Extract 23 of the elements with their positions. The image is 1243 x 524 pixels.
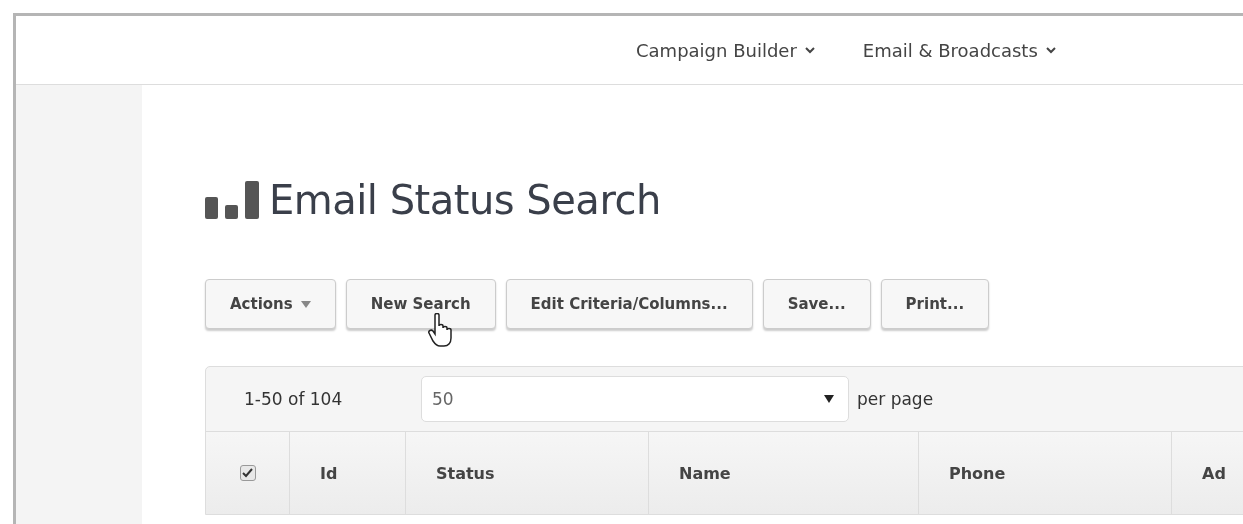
per-page-select[interactable]: 50 bbox=[421, 376, 849, 422]
per-page-label: per page bbox=[857, 389, 934, 409]
nav-menu[interactable]: Email & Broadcasts bbox=[862, 39, 1056, 61]
page-title: Email Status Search bbox=[269, 177, 661, 223]
toolbar-button[interactable]: Save... bbox=[762, 279, 871, 329]
column-header[interactable]: Ad bbox=[1172, 432, 1243, 514]
toolbar-button[interactable]: New Search bbox=[345, 279, 496, 329]
toolbar-button[interactable]: Print... bbox=[880, 279, 990, 329]
nav-menu[interactable]: Campaign Builder bbox=[636, 39, 815, 61]
toolbar-button[interactable]: Edit Criteria/Columns... bbox=[505, 279, 753, 329]
column-header[interactable]: Phone bbox=[919, 432, 1172, 514]
column-header[interactable]: Name bbox=[649, 432, 919, 514]
chevron-down-icon bbox=[804, 46, 815, 54]
toolbar-button[interactable]: Actions bbox=[205, 279, 336, 329]
column-header[interactable]: Status bbox=[406, 432, 649, 514]
select-all-checkbox[interactable] bbox=[239, 465, 256, 481]
chevron-down-icon bbox=[1045, 46, 1056, 54]
caret-icon bbox=[300, 300, 311, 308]
bar-chart-icon bbox=[205, 181, 259, 219]
hand-cursor-icon bbox=[427, 313, 453, 347]
dropdown-arrow-icon bbox=[824, 395, 834, 403]
result-range: 1-50 of 104 bbox=[243, 389, 344, 409]
column-header[interactable]: Id bbox=[290, 432, 406, 514]
